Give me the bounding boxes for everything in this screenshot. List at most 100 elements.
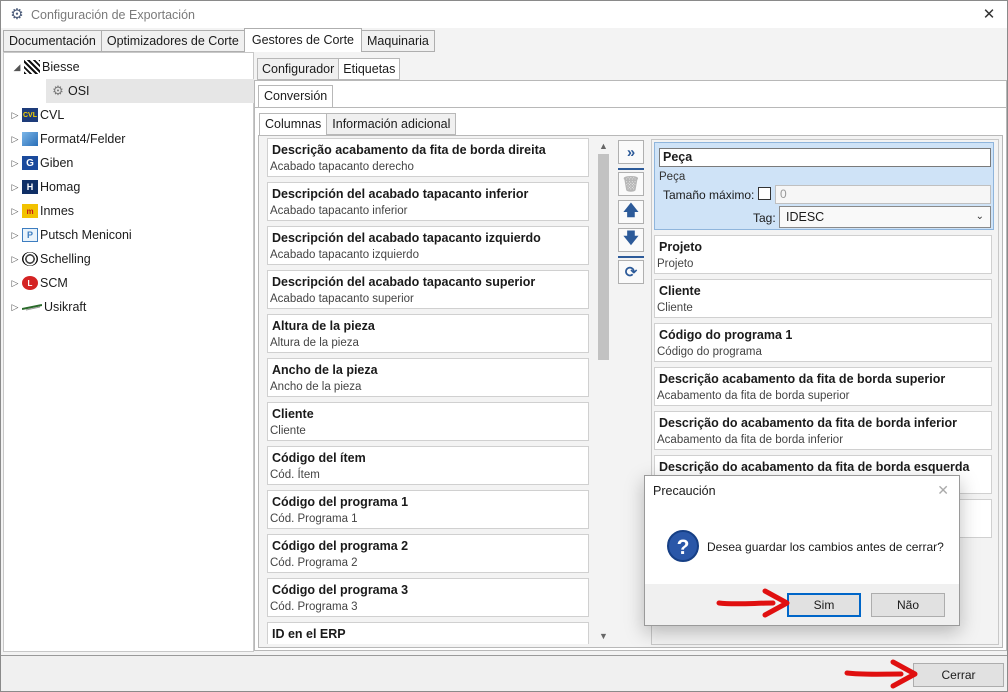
list-item[interactable]: Código del programa 1 Cód. Programa 1 [267,490,589,529]
list-item[interactable]: Cliente Cliente [267,402,589,441]
max-size-input[interactable]: 0 [775,185,991,204]
tree-item-label: OSI [68,84,90,98]
field-name: Cliente [272,407,314,421]
tree-item-giben[interactable]: ▷ G Giben [8,151,73,175]
cvl-logo-icon: CVL [22,108,38,122]
tag-label: Tag: [753,211,776,225]
field-name: Código del programa 3 [272,583,409,597]
scrollbar-thumb[interactable] [598,154,609,360]
tab-configurador[interactable]: Configurador [257,58,340,80]
field-name-input[interactable]: Peça [659,148,991,167]
expand-arrow-icon[interactable]: ▷ [8,254,22,265]
list-item[interactable]: Descripción del acabado tapacanto inferi… [267,182,589,221]
scroll-up-icon[interactable]: ▲ [595,138,612,154]
collapse-arrow-icon[interactable]: ◢ [10,62,24,73]
list-item[interactable]: Código del ítem Cód. Ítem [267,446,589,485]
close-icon[interactable]: ✕ [937,482,949,499]
tree-item-inmes[interactable]: ▷ m Inmes [8,199,74,223]
tree-item-label: Inmes [40,204,75,218]
expand-arrow-icon[interactable]: ▷ [8,182,22,193]
tree-item-osi[interactable]: ⚙ OSI [46,79,255,103]
expand-arrow-icon[interactable]: ▷ [8,158,22,169]
expand-arrow-icon[interactable]: ▷ [8,110,22,121]
field-subtitle: Cód. Programa 2 [270,557,358,569]
field-subtitle: Peça [659,171,686,183]
title-bar: ⚙ Configuración de Exportación ✕ [1,1,1007,28]
tree-item-label: Usikraft [44,300,87,314]
tab-documentacion[interactable]: Documentación [3,30,102,52]
close-window-icon[interactable]: ✕ [979,5,999,25]
expand-arrow-icon[interactable]: ▷ [8,206,22,217]
list-item[interactable]: Código del programa 3 Cód. Programa 3 [267,578,589,617]
list-item[interactable]: Descripción del acabado tapacanto superi… [267,270,589,309]
list-item[interactable]: Descrição do acabamento da fita de borda… [654,411,992,450]
field-name: Código do programa 1 [659,328,793,342]
field-subtitle: Acabado tapacanto inferior [270,205,408,217]
vertical-scrollbar[interactable]: ▲ ▼ [595,138,612,644]
expand-arrow-icon[interactable]: ▷ [8,230,22,241]
tree-item-usikraft[interactable]: ▷ Usikraft [8,295,87,319]
tree-item-label: CVL [40,108,65,122]
list-item[interactable]: Ancho de la pieza Ancho de la pieza [267,358,589,397]
max-size-label: Tamaño máximo: [663,188,755,202]
dialog-message: Desea guardar los cambios antes de cerra… [707,540,944,554]
arrow-up-icon: 🡅 [623,201,639,219]
field-name: Ancho de la pieza [272,363,378,377]
list-item[interactable]: Descripción del acabado tapacanto izquie… [267,226,589,265]
expand-arrow-icon[interactable]: ▷ [8,302,22,313]
field-subtitle: Altura de la pieza [270,337,359,349]
tree-item-format4[interactable]: ▷ Format4/Felder [8,127,125,151]
red-arrow-icon [716,588,790,618]
scroll-down-icon[interactable]: ▼ [595,628,612,644]
inner-tab-bar: Columnas Información adicional [259,113,457,135]
field-toolbar: » 🗑 🡅 🡇 ⟳ [618,140,644,300]
tab-informacion-adicional[interactable]: Información adicional [326,113,457,135]
max-size-checkbox[interactable] [758,187,771,200]
move-down-button[interactable]: 🡇 [618,228,644,252]
list-item[interactable]: Cliente Cliente [654,279,992,318]
double-chevron-right-icon: » [626,143,636,161]
field-name: Descrição do acabamento da fita de borda… [659,416,957,430]
tree-item-label: Putsch Meniconi [40,228,132,242]
field-subtitle: Acabamento da fita de borda superior [657,390,850,402]
list-item[interactable]: Projeto Projeto [654,235,992,274]
expand-arrow-icon[interactable]: ▷ [8,134,22,145]
tree-item-cvl[interactable]: ▷ CVL CVL [8,103,64,127]
yes-button[interactable]: Sim [787,593,861,617]
tab-maquinaria[interactable]: Maquinaria [361,30,435,52]
tab-gestores-de-corte[interactable]: Gestores de Corte [243,28,363,52]
selected-field-card[interactable]: Peça Peça Tamaño máximo: 0 Tag: IDESC ⌄ [654,142,994,230]
close-button[interactable]: Cerrar [913,663,1004,687]
list-item[interactable]: Altura de la pieza Altura de la pieza [267,314,589,353]
list-item[interactable]: Descrição acabamento da fita de borda di… [267,138,589,177]
tree-item-scm[interactable]: ▷ L SCM [8,271,68,295]
list-item[interactable]: Descrição acabamento da fita de borda su… [654,367,992,406]
expand-arrow-icon[interactable]: ▷ [8,278,22,289]
tab-etiquetas[interactable]: Etiquetas [338,58,401,80]
delete-button[interactable]: 🗑 [618,172,644,196]
move-up-button[interactable]: 🡅 [618,200,644,224]
field-subtitle: Cliente [657,302,693,314]
field-name: Altura de la pieza [272,319,375,333]
add-all-button[interactable]: » [618,140,644,164]
list-item[interactable]: Código do programa 1 Código do programa [654,323,992,362]
question-icon: ? [667,530,699,562]
tab-columnas[interactable]: Columnas [259,113,328,135]
tree-item-schelling[interactable]: ▷ Schelling [8,247,91,271]
field-subtitle: Acabado tapacanto izquierdo [270,249,419,261]
putsch-logo-icon: P [22,228,38,242]
tree-item-biesse[interactable]: ◢ Biesse [10,55,80,79]
tree-item-label: SCM [40,276,68,290]
field-subtitle: Cód. Programa 3 [270,601,358,613]
reset-button[interactable]: ⟳ [618,260,644,284]
tab-conversion[interactable]: Conversión [258,85,334,107]
no-button[interactable]: Não [871,593,945,617]
tag-select[interactable]: IDESC ⌄ [779,206,991,228]
list-item[interactable]: Código del programa 2 Cód. Programa 2 [267,534,589,573]
tree-item-putsch[interactable]: ▷ P Putsch Meniconi [8,223,132,247]
tree-item-label: Schelling [40,252,91,266]
list-item[interactable]: ID en el ERP [267,622,589,644]
giben-logo-icon: G [22,156,38,170]
tab-optimizadores[interactable]: Optimizadores de Corte [100,30,245,52]
tree-item-homag[interactable]: ▷ H Homag [8,175,80,199]
